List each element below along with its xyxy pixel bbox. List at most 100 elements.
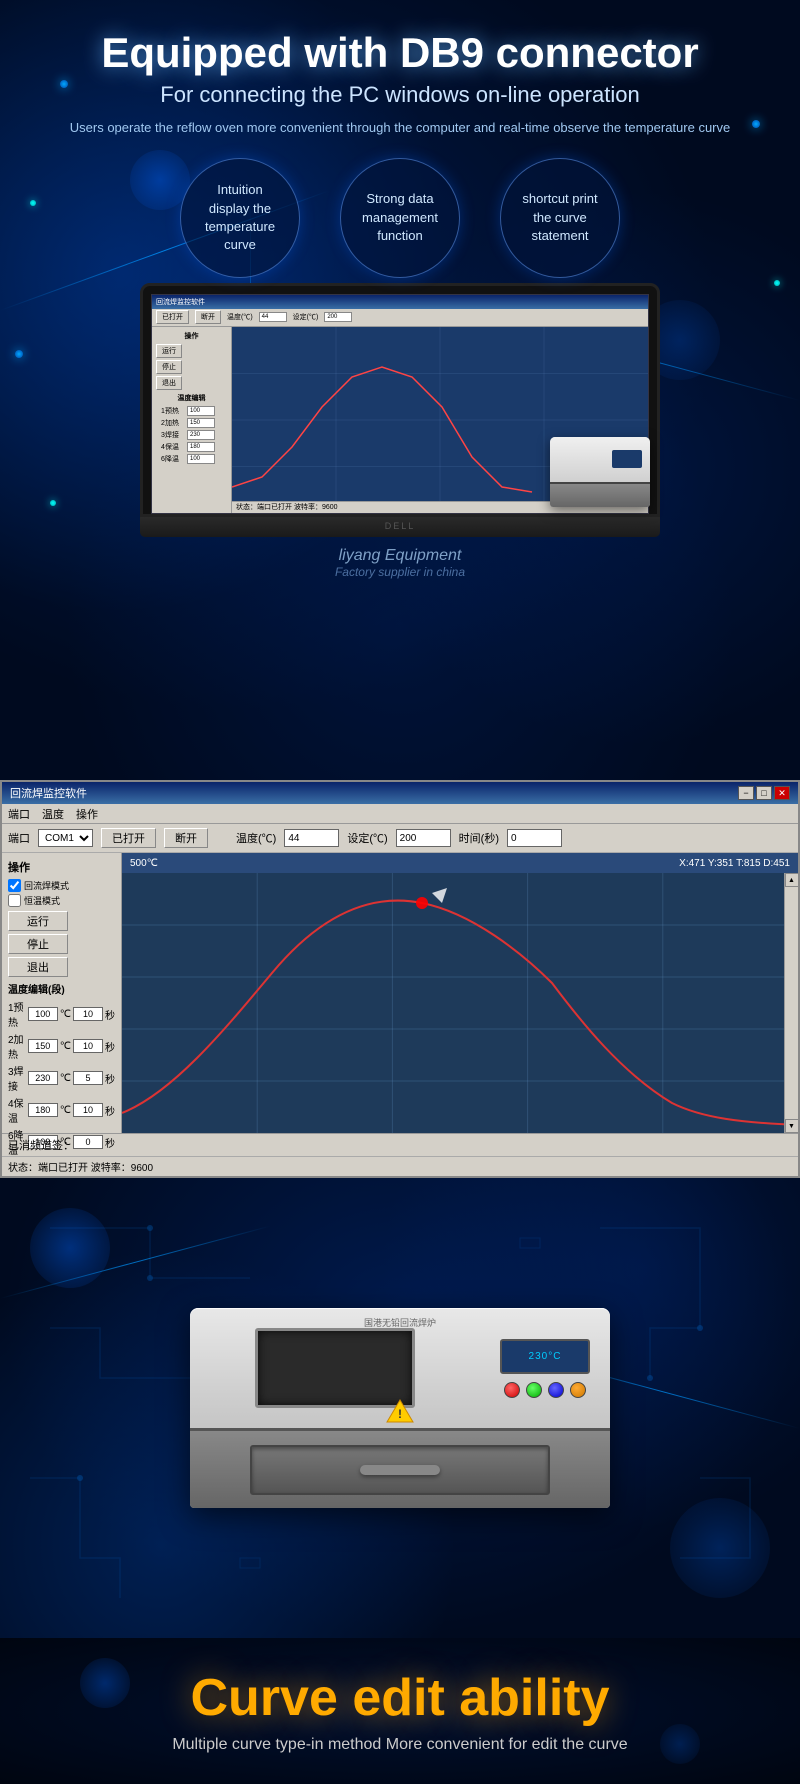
oven-glow-2: [670, 1498, 770, 1598]
stage1-time[interactable]: [73, 1007, 103, 1021]
sw2-menu-op[interactable]: 操作: [76, 806, 98, 822]
sw2-main-body: 操作 回流焊模式 恒温模式 运行 停止 退出 温度编辑(段) 1预热 ℃: [2, 853, 798, 1133]
stop-button[interactable]: 停止: [8, 934, 68, 954]
stage5-time[interactable]: [73, 1135, 103, 1149]
current-temp-input[interactable]: [284, 829, 339, 847]
small-oven-overlay: [550, 437, 650, 507]
chart-svg: [122, 873, 798, 1133]
oven-display: 230°C: [500, 1339, 590, 1374]
hero-title: Equipped with DB9 connector: [20, 30, 780, 76]
temp-edit-label: 温度编辑(段): [8, 981, 115, 996]
oven-section: 国港无铅回流焊炉 230°C: [0, 1178, 800, 1638]
sw2-status-bar: 状态：端口已打开 波特率：9600: [2, 1156, 798, 1176]
stage3-temp[interactable]: [28, 1071, 58, 1085]
small-oven-bottom: [550, 482, 650, 507]
oven-btn-red[interactable]: [504, 1382, 520, 1398]
curve-glow-1: [80, 1658, 130, 1708]
laptop: 回流焊监控软件 已打开 断开 温度(℃) 44 设定(℃) 200: [140, 283, 660, 537]
laptop-titlebar: 回流焊监控软件: [152, 295, 648, 309]
current-temp-label: 温度(℃): [236, 830, 276, 846]
stage-row-2: 2加热 ℃ 秒: [8, 1031, 115, 1061]
oven-warning-area: !: [386, 1399, 414, 1423]
stage4-temp[interactable]: [28, 1103, 58, 1117]
stage-row-3: 3焊接 ℃ 秒: [8, 1063, 115, 1093]
oven-drawer-handle: [360, 1465, 440, 1475]
sw2-toolbar: 端口 COM1 已打开 断开 温度(℃) 设定(℃) 时间(秒): [2, 824, 798, 853]
oven-glow-1: [30, 1208, 110, 1288]
open-port-button[interactable]: 已打开: [101, 828, 156, 848]
sw2-chart-area: 500℃ X:471 Y:351 T:815 D:451: [122, 853, 798, 1133]
oven-btn-blue[interactable]: [548, 1382, 564, 1398]
stage1-temp[interactable]: [28, 1007, 58, 1021]
set-temp-input[interactable]: [396, 829, 451, 847]
run-button[interactable]: 运行: [8, 911, 68, 931]
time-label: 时间(秒): [459, 830, 499, 846]
small-oven-top: [550, 437, 650, 482]
checkbox-mode2[interactable]: [8, 894, 21, 907]
oven-window: [255, 1328, 415, 1408]
set-temp-label: 设定(℃): [347, 830, 387, 846]
hero-subtitle: For connecting the PC windows on-line op…: [20, 82, 780, 108]
maximize-button[interactable]: □: [756, 786, 772, 800]
stage2-time[interactable]: [73, 1039, 103, 1053]
stage4-time[interactable]: [73, 1103, 103, 1117]
laptop-left-panel: 操作 运行 停止 退出 温度编辑 1预热100 2加热150 3焊接230 4保…: [152, 327, 232, 513]
oven-display-text: 230°C: [529, 1351, 562, 1362]
disconnect-button[interactable]: 断开: [164, 828, 208, 848]
port-select[interactable]: COM1: [38, 829, 93, 847]
sw2-controls: − □ ✕: [738, 786, 790, 800]
oven-body: 国港无铅回流焊炉 230°C: [190, 1308, 610, 1508]
hero-section: Equipped with DB9 connector For connecti…: [0, 0, 800, 780]
scroll-down-btn[interactable]: ▼: [785, 1119, 799, 1133]
brand-watermark: liyang Equipment Factory supplier in chi…: [20, 537, 780, 599]
scroll-up-btn[interactable]: ▲: [785, 873, 799, 887]
time-input[interactable]: [507, 829, 562, 847]
oven-bottom-section: [190, 1428, 610, 1508]
stage-row-4: 4保温 ℃ 秒: [8, 1095, 115, 1125]
sw2-menubar: 端口 温度 操作: [2, 804, 798, 824]
stage3-time[interactable]: [73, 1071, 103, 1085]
curve-section: Curve edit ability Multiple curve type-i…: [0, 1638, 800, 1784]
sw2-menu-temp[interactable]: 温度: [42, 806, 64, 822]
laptop-btn-opened: 已打开: [156, 310, 189, 324]
chart-coords: X:471 Y:351 T:815 D:451: [679, 858, 790, 869]
chart-temp-label: 500℃: [130, 858, 158, 869]
oven-btn-green[interactable]: [526, 1382, 542, 1398]
svg-text:!: !: [398, 1407, 402, 1421]
checkbox-row-1: 回流焊模式: [8, 879, 115, 892]
oven-buttons: [504, 1382, 586, 1398]
oven-right-panel: 230°C: [480, 1308, 610, 1428]
curve-glow-2: [660, 1724, 700, 1764]
sw2-op-label: 操作: [8, 859, 115, 875]
close-button[interactable]: ✕: [774, 786, 790, 800]
feature-badge-intuition: Intuition display the temperature curve: [180, 158, 300, 278]
curve-title: Curve edit ability: [20, 1668, 780, 1728]
sw2-chart-canvas: [122, 873, 798, 1133]
checkbox-row-2: 恒温模式: [8, 894, 115, 907]
minimize-button[interactable]: −: [738, 786, 754, 800]
sw2-menu-port[interactable]: 端口: [8, 806, 30, 822]
stage-row-1: 1预热 ℃ 秒: [8, 999, 115, 1029]
chart-scrollbar[interactable]: ▲ ▼: [784, 873, 798, 1133]
sw2-left-panel: 操作 回流焊模式 恒温模式 运行 停止 退出 温度编辑(段) 1预热 ℃: [2, 853, 122, 1133]
hero-description: Users operate the reflow oven more conve…: [20, 118, 780, 138]
small-oven-display: [612, 450, 642, 468]
warning-icon: !: [386, 1399, 414, 1423]
exit-button[interactable]: 退出: [8, 957, 68, 977]
oven-product: 国港无铅回流焊炉 230°C: [190, 1308, 610, 1508]
laptop-toolbar: 已打开 断开 温度(℃) 44 设定(℃) 200: [152, 309, 648, 327]
sw2-chinese-label: 已消频道签：: [2, 1133, 798, 1156]
sw2-chart-header: 500℃ X:471 Y:351 T:815 D:451: [122, 853, 798, 873]
software-section: 回流焊监控软件 − □ ✕ 端口 温度 操作 端口 COM1 已打开 断开 温度…: [0, 780, 800, 1178]
laptop-base: [140, 517, 660, 537]
sw2-title: 回流焊监控软件: [10, 785, 87, 801]
laptop-btn-disconnect: 断开: [195, 310, 221, 324]
checkbox-mode1[interactable]: [8, 879, 21, 892]
oven-btn-orange[interactable]: [570, 1382, 586, 1398]
features-row: Intuition display the temperature curve …: [20, 158, 780, 278]
oven-left-area: [190, 1308, 480, 1428]
feature-badge-shortcut: shortcut print the curve statement: [500, 158, 620, 278]
stage2-temp[interactable]: [28, 1039, 58, 1053]
oven-drawer: [250, 1445, 550, 1495]
port-label: 端口: [8, 830, 30, 846]
